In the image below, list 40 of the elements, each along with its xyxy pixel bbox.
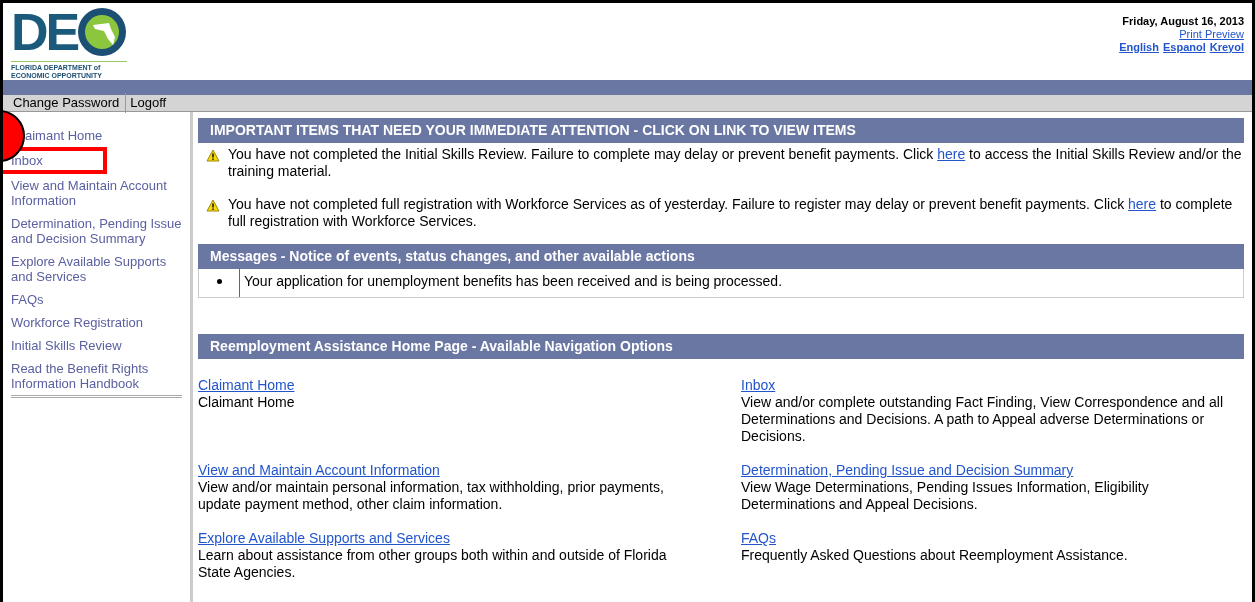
- toolbar-link[interactable]: Logoff: [130, 93, 173, 113]
- option-description: View and/or complete outstanding Fact Finding, View Correspondence and all Determinations and Decisions. A path to Appeal adverse Determinations or Decisions.: [741, 394, 1224, 445]
- option-description: Frequently Asked Questions about Reemployment Assistance.: [741, 547, 1129, 564]
- here-link[interactable]: here: [937, 146, 966, 162]
- navigation-link[interactable]: FAQs: [741, 530, 776, 547]
- navigation-link[interactable]: Claimant Home: [198, 377, 295, 394]
- sidebar-link[interactable]: Explore Available Supports and Services: [11, 254, 182, 284]
- warning-icon: [206, 149, 220, 162]
- here-link[interactable]: here: [1128, 196, 1157, 212]
- section-header: Reemployment Assistance Home Page - Available Navigation Options: [198, 334, 1244, 359]
- navigation-link[interactable]: Inbox: [741, 377, 776, 394]
- sidebar-link[interactable]: View and Maintain Account Information: [11, 178, 182, 208]
- date-text: Friday, August 16, 2013: [1122, 15, 1244, 28]
- navigation-link[interactable]: Determination, Pending Issue and Decision Summary: [741, 462, 1074, 479]
- sidebar-link[interactable]: FAQs: [11, 292, 44, 307]
- sidebar-link[interactable]: Initial Skills Review: [11, 338, 122, 353]
- bullet-icon: [216, 279, 222, 284]
- language-link[interactable]: Kreyol: [1209, 41, 1244, 54]
- language-link[interactable]: Espanol: [1162, 41, 1206, 54]
- section-header: Messages - Notice of events, status changes, and other available actions: [198, 244, 1244, 269]
- toolbar-link[interactable]: Change Password: [13, 93, 127, 113]
- section-header: IMPORTANT ITEMS THAT NEED YOUR IMMEDIATE ATTENTION - CLICK ON LINK TO VIEW ITEMS: [198, 118, 1244, 143]
- globe-logo-icon: [77, 7, 128, 57]
- warning-message: You have not completed full registration with Workforce Services as of yesterday. Failure to register may delay or prevent benefit payments. Click here to complete full registration with Workforce Services.: [228, 196, 1234, 230]
- navigation-link[interactable]: View and Maintain Account Information: [198, 462, 440, 479]
- navigation-link[interactable]: Explore Available Supports and Services: [198, 530, 450, 547]
- option-description: View Wage Determinations, Pending Issues Information, Eligibility Determinations and Appeal Decisions.: [741, 479, 1150, 513]
- language-link[interactable]: English: [1119, 41, 1159, 54]
- option-description: Learn about assistance from other groups both within and outside of Florida State Agencies.: [198, 547, 668, 581]
- sidebar-link[interactable]: Determination, Pending Issue and Decision Summary: [11, 216, 182, 246]
- logo-letters: DE: [11, 8, 78, 56]
- warning-message: You have not completed the Initial Skills Review. Failure to complete may delay or prevent benefit payments. Click here to access the Initial Skills Review and/or the training material.: [228, 146, 1243, 180]
- print-preview-link[interactable]: Print Preview: [1179, 28, 1244, 41]
- warning-icon: [206, 199, 220, 212]
- sidebar-link[interactable]: Workforce Registration: [11, 315, 143, 330]
- sidebar-link[interactable]: Read the Benefit Rights Information Handbook: [11, 361, 182, 391]
- sidebar-link[interactable]: aimant Home: [25, 128, 103, 143]
- option-description: Claimant Home: [198, 394, 296, 411]
- message-text: Your application for unemployment benefits has been received and is being processed.: [243, 272, 783, 291]
- option-description: View and/or maintain personal information, tax withholding, prior payments, update payment method, other claim information.: [198, 479, 665, 513]
